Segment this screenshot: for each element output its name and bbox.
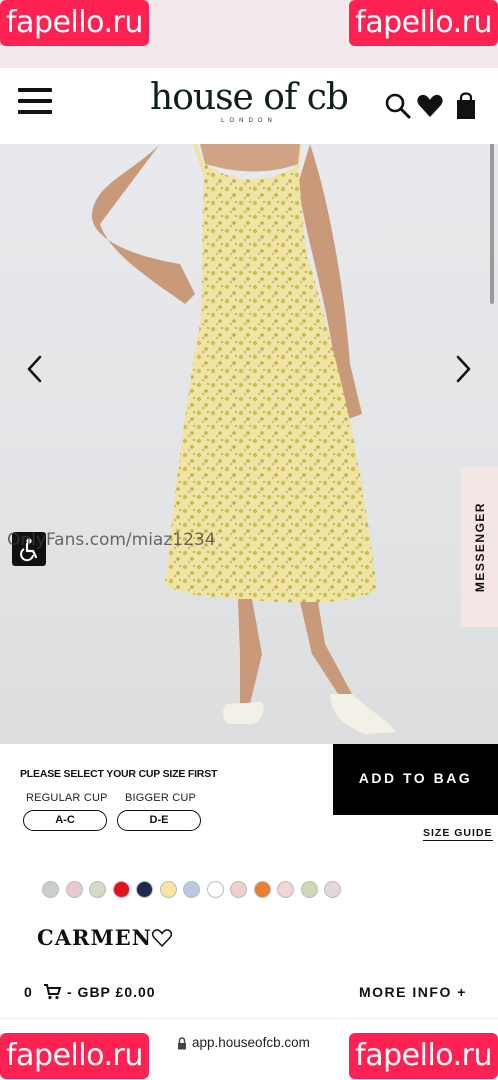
cart-icon[interactable] xyxy=(43,984,61,1000)
color-swatches xyxy=(42,881,341,899)
color-swatch-red[interactable] xyxy=(112,881,130,898)
color-swatch-blush[interactable] xyxy=(230,881,247,898)
shopping-bag-icon[interactable] xyxy=(452,92,480,120)
site-header: house of cb LONDON xyxy=(0,68,498,144)
chevron-right-icon[interactable] xyxy=(448,349,478,389)
color-swatch-blue-floral[interactable] xyxy=(183,881,200,898)
color-swatch-orange[interactable] xyxy=(253,881,271,898)
url-text: app.houseofcb.com xyxy=(192,1035,310,1050)
color-swatch-yellow[interactable] xyxy=(159,881,177,898)
color-swatch-navy[interactable] xyxy=(136,881,153,898)
heart-icon[interactable] xyxy=(416,92,444,120)
color-swatch-rose-floral[interactable] xyxy=(277,881,294,898)
watermark-bottom-left: fapello.ru xyxy=(0,1033,149,1079)
cup-size-panel: PLEASE SELECT YOUR CUP SIZE FIRST REGULA… xyxy=(0,744,498,852)
product-name: CARMEN xyxy=(37,925,152,950)
watermark-overlay-text: OnlyFans.com/miaz1234 xyxy=(7,530,216,550)
size-guide-link[interactable]: SIZE GUIDE xyxy=(423,827,493,841)
search-icon[interactable] xyxy=(384,92,412,120)
messenger-label: MESSENGER xyxy=(472,501,487,593)
bigger-cup-label: BIGGER CUP xyxy=(125,792,197,804)
color-swatch-green-floral[interactable] xyxy=(300,881,318,898)
cart-quantity: 0 xyxy=(24,984,32,1000)
cart-price: - GBP £0.00 xyxy=(67,984,156,1000)
color-swatch-lilac-floral[interactable] xyxy=(324,881,341,898)
page-scrollbar[interactable] xyxy=(490,144,494,304)
add-to-bag-button[interactable]: ADD TO BAG xyxy=(333,744,498,815)
chevron-left-icon[interactable] xyxy=(20,349,50,389)
price-bar: 0 - GBP £0.00 MORE INFO + xyxy=(0,980,498,1006)
wishlist-heart-icon[interactable] xyxy=(151,927,173,949)
regular-cup-label: REGULAR CUP xyxy=(26,792,108,804)
cup-option-d-e-button[interactable]: D-E xyxy=(117,810,201,831)
color-swatch-white[interactable] xyxy=(206,881,224,898)
lock-icon xyxy=(178,1037,186,1050)
watermark-bottom-right: fapello.ru xyxy=(349,1033,498,1079)
color-swatch-grey-floral[interactable] xyxy=(42,881,59,898)
watermark-top-left: fapello.ru xyxy=(0,0,149,46)
product-image[interactable]: OnlyFans.com/miaz1234 MESSENGER xyxy=(0,144,498,744)
color-swatch-sage-floral[interactable] xyxy=(89,881,106,898)
cup-option-a-c-button[interactable]: A-C xyxy=(23,810,107,831)
messenger-tab[interactable]: MESSENGER xyxy=(461,467,498,627)
color-swatch-pink-floral[interactable] xyxy=(65,881,83,898)
watermark-top-right: fapello.ru xyxy=(349,0,498,46)
more-info-button[interactable]: MORE INFO + xyxy=(359,984,467,1000)
cup-size-prompt: PLEASE SELECT YOUR CUP SIZE FIRST xyxy=(20,768,218,780)
dress-illustration xyxy=(91,144,396,734)
